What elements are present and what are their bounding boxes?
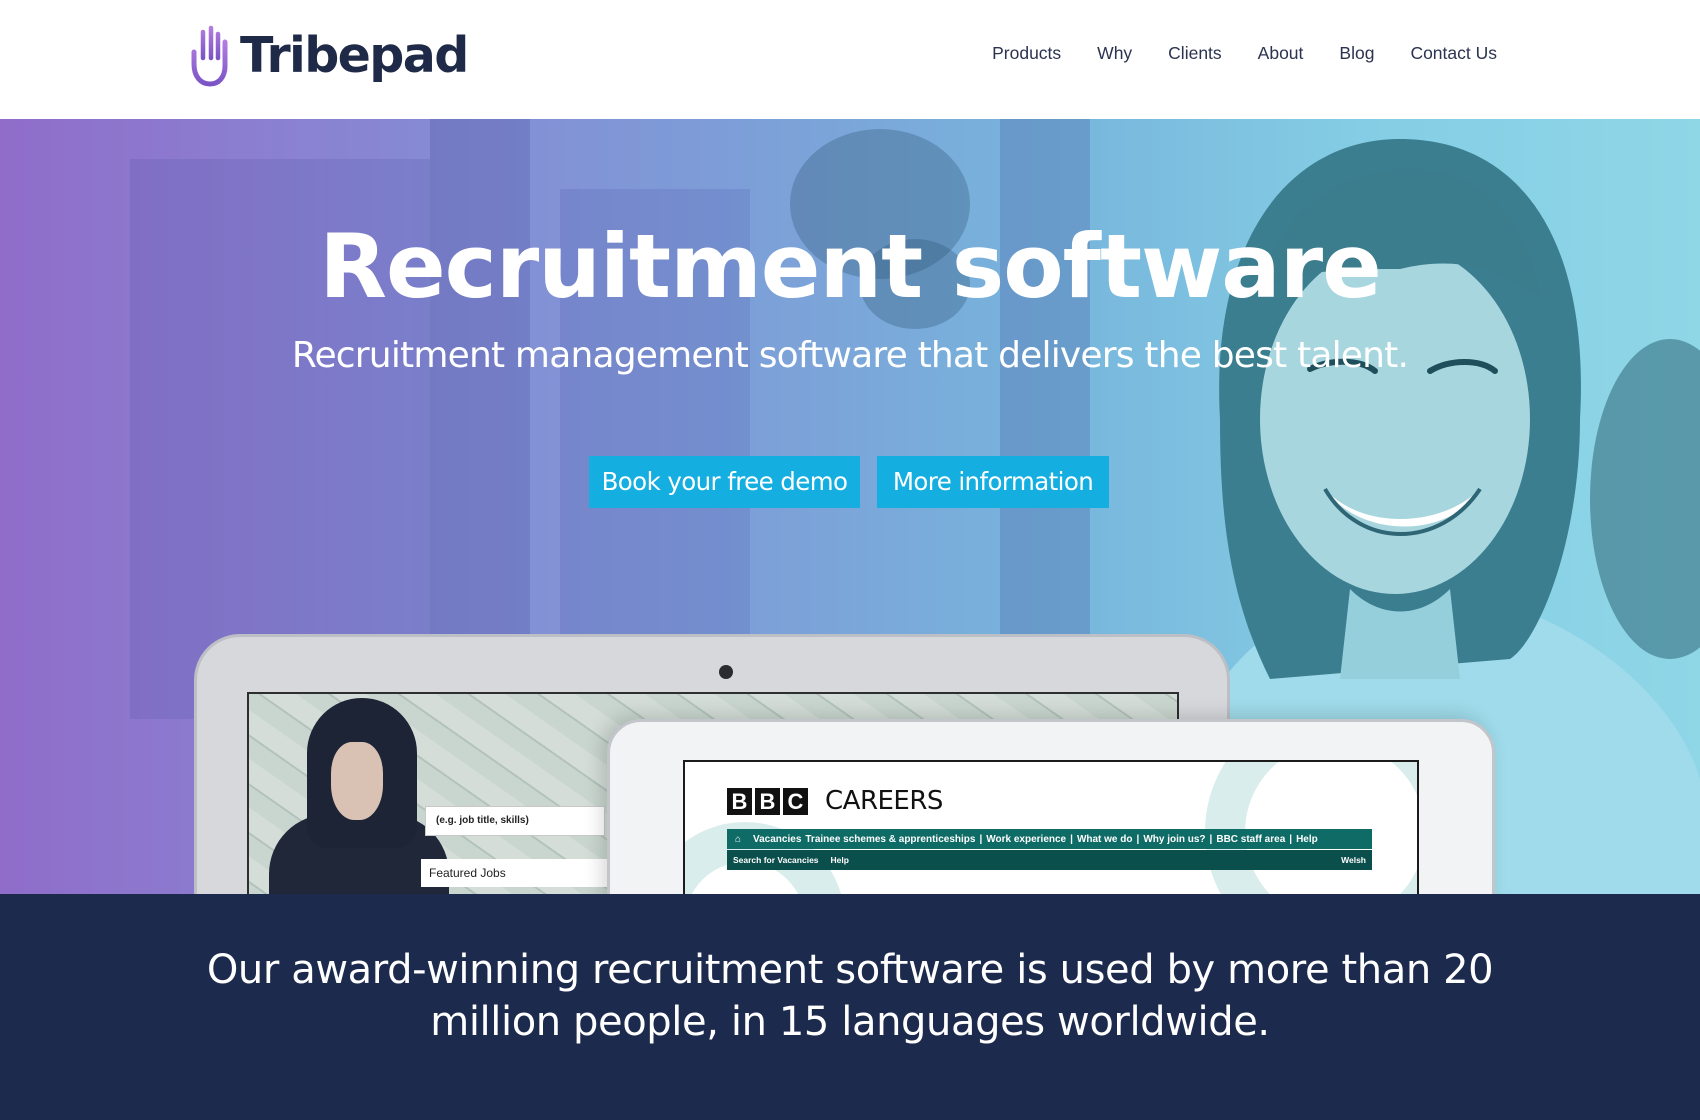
bbc-logo-letter: C	[783, 787, 808, 815]
nav-item-why[interactable]: Why	[1097, 40, 1132, 66]
stats-text: Our award-winning recruitment software i…	[206, 947, 1494, 1045]
hero-section: Recruitment software Recruitment managem…	[0, 119, 1700, 894]
bbc-nav-item: BBC staff area	[1216, 833, 1286, 845]
bbc-subnav-help: Help	[830, 855, 849, 865]
bbc-subnav-welsh: Welsh	[1341, 855, 1366, 865]
model-face	[331, 742, 383, 820]
careers-label: CAREERS	[825, 786, 943, 816]
camera-icon	[719, 665, 733, 679]
bbc-nav-separator: |	[979, 833, 983, 845]
background-decoration	[1205, 762, 1417, 894]
bbc-nav-item: Trainee schemes & apprenticeships	[805, 833, 976, 845]
job-search-input: (e.g. job title, skills)	[425, 806, 605, 836]
bbc-subnav-search: Search for Vacancies	[733, 855, 819, 865]
tablet-mockup: B B C CAREERS ⌂ Vacancies Trainee scheme…	[607, 719, 1495, 894]
bbc-subnav-bar: Search for Vacancies Help Welsh	[727, 850, 1372, 870]
tablet-screen: B B C CAREERS ⌂ Vacancies Trainee scheme…	[683, 760, 1419, 894]
bbc-nav-separator: |	[1070, 833, 1073, 845]
bbc-nav-separator: |	[1136, 833, 1140, 845]
bbc-nav-item: Vacancies	[753, 833, 802, 845]
nav-item-blog[interactable]: Blog	[1339, 40, 1374, 66]
nav-item-products[interactable]: Products	[992, 40, 1061, 66]
more-information-button[interactable]: More information	[877, 456, 1109, 508]
hero-title: Recruitment software	[319, 215, 1382, 318]
site-header: Tribepad Products Why Clients About Blog…	[0, 0, 1700, 119]
stats-band: Our award-winning recruitment software i…	[0, 894, 1700, 1120]
bbc-nav-separator: |	[1209, 833, 1213, 845]
bbc-careers-logo: B B C CAREERS	[727, 786, 943, 816]
bbc-logo-letter: B	[755, 787, 780, 815]
bbc-nav-item: Help	[1296, 833, 1318, 845]
bbc-logo-letter: B	[727, 787, 752, 815]
bbc-nav-item: What we do	[1076, 833, 1133, 845]
home-icon: ⌂	[735, 833, 742, 845]
tribepad-logo[interactable]: Tribepad	[186, 24, 469, 88]
bbc-nav-separator: |	[1289, 833, 1293, 845]
nav-item-about[interactable]: About	[1258, 40, 1304, 66]
book-demo-button[interactable]: Book your free demo	[589, 456, 860, 508]
nav-item-contact-us[interactable]: Contact Us	[1410, 40, 1497, 66]
hand-icon	[191, 25, 228, 87]
bbc-nav-item: Why join us?	[1143, 833, 1206, 845]
hero-subtitle: Recruitment management software that del…	[291, 335, 1409, 376]
bbc-nav-item: Work experience	[986, 833, 1067, 845]
bbc-nav-bar: ⌂ Vacancies Trainee schemes & apprentice…	[727, 829, 1372, 849]
nav-item-clients[interactable]: Clients	[1168, 40, 1222, 66]
main-nav: Products Why Clients About Blog Contact …	[992, 40, 1497, 66]
brand-name: Tribepad	[240, 27, 469, 84]
featured-jobs-label: Featured Jobs	[421, 859, 621, 887]
